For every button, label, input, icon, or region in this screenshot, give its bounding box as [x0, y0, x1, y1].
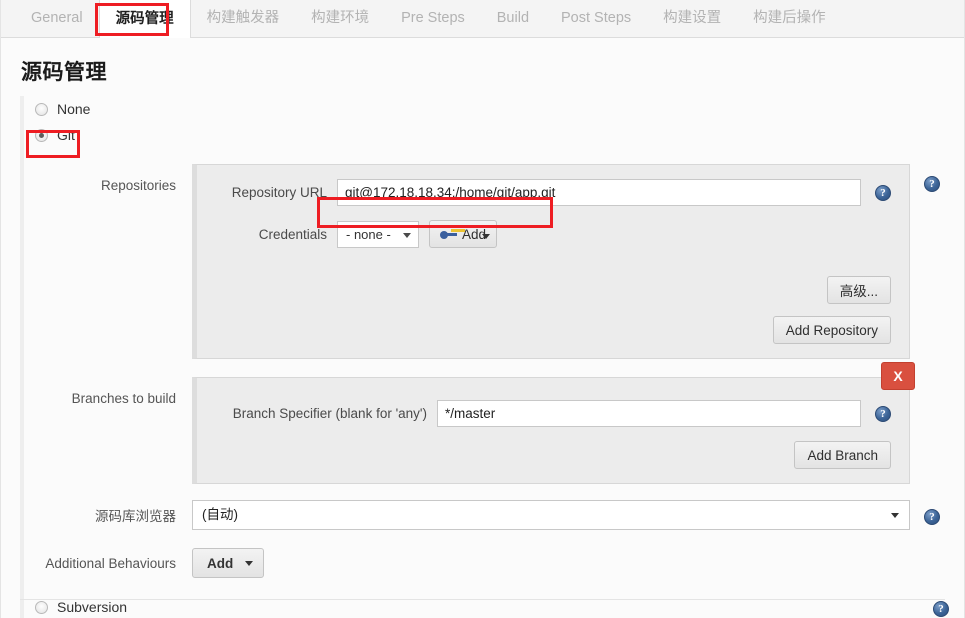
radio-git-icon[interactable]: [35, 128, 48, 142]
credentials-selected-value: - none -: [346, 226, 391, 242]
add-credentials-button[interactable]: Add: [429, 220, 498, 248]
tab-build-settings[interactable]: 构建设置: [647, 0, 737, 37]
help-icon-repository-url[interactable]: ?: [875, 184, 891, 201]
tab-build-environment[interactable]: 构建环境: [295, 0, 385, 37]
repository-url-label: Repository URL: [231, 185, 327, 200]
add-repository-button[interactable]: Add Repository: [772, 316, 891, 344]
scm-option-none-label: None: [57, 101, 91, 117]
repositories-row: Repositories Repository URL ? Credential…: [24, 164, 954, 359]
branch-specifier-input[interactable]: [437, 400, 861, 427]
tab-post-build-actions[interactable]: 构建后操作: [737, 0, 842, 37]
scm-option-subversion-label: Subversion: [57, 599, 128, 615]
scm-option-git[interactable]: Git: [24, 122, 954, 148]
add-branch-button[interactable]: Add Branch: [794, 441, 891, 469]
help-icon-branch-specifier[interactable]: ?: [875, 405, 891, 422]
help-icon-repositories-wrap: ?: [924, 174, 940, 192]
help-icon-subversion-wrap: ?: [933, 599, 949, 617]
scm-option-subversion[interactable]: Subversion ?: [24, 594, 954, 618]
help-icon-repository-browser-wrap: ?: [924, 507, 940, 525]
branch-specifier-row: Branch Specifier (blank for 'any') ?: [215, 400, 891, 427]
tab-build-triggers[interactable]: 构建触发器: [191, 0, 296, 37]
add-behaviour-label: Add: [207, 555, 234, 571]
advanced-button[interactable]: 高级...: [826, 276, 891, 304]
config-tab-bar: General 源码管理 构建触发器 构建环境 Pre Steps Build …: [1, 0, 964, 38]
page-title: 源码管理: [21, 61, 107, 84]
tab-build[interactable]: Build: [481, 0, 545, 37]
delete-branch-button[interactable]: X: [881, 362, 915, 390]
branches-label: Branches to build: [71, 391, 176, 406]
repository-browser-selected-value: (自动): [202, 507, 238, 522]
scm-selector-block: None Git Repositories Repository URL ? C…: [20, 96, 954, 618]
tab-pre-steps[interactable]: Pre Steps: [385, 0, 481, 37]
repository-browser-select[interactable]: (自动): [192, 500, 910, 530]
help-icon-repositories[interactable]: ?: [924, 176, 940, 192]
credentials-label: Credentials: [258, 226, 327, 242]
advanced-button-wrap: 高级...: [215, 276, 891, 304]
scm-option-git-label: Git: [57, 127, 75, 143]
add-behaviour-button[interactable]: Add: [192, 548, 265, 578]
branches-row: Branches to build X Branch Specifier (bl…: [24, 362, 954, 484]
radio-none-icon[interactable]: [35, 102, 48, 116]
key-icon: [440, 228, 457, 241]
help-icon-repository-browser[interactable]: ?: [924, 509, 940, 525]
help-icon-subversion[interactable]: ?: [933, 601, 949, 617]
chevron-down-icon-credentials: [403, 232, 411, 238]
additional-behaviours-row: Additional Behaviours Add: [24, 548, 954, 578]
tab-general[interactable]: General: [15, 0, 99, 37]
credentials-select[interactable]: - none -: [337, 220, 419, 248]
repository-browser-row: 源码库浏览器 (自动) ?: [24, 500, 954, 530]
credentials-row: Credentials - none - Add: [215, 220, 891, 248]
chevron-down-icon-add-credentials: [482, 234, 491, 239]
chevron-down-icon-add-behaviour: [245, 560, 254, 566]
repository-url-row: Repository URL ?: [215, 179, 891, 206]
tab-scm[interactable]: 源码管理: [98, 0, 191, 38]
repository-browser-label: 源码库浏览器: [95, 509, 176, 524]
scm-option-none[interactable]: None: [24, 96, 954, 122]
repositories-label: Repositories: [100, 178, 176, 193]
repositories-panel: Repository URL ? Credentials - none - Ad…: [192, 164, 910, 359]
branch-specifier-label: Branch Specifier (blank for 'any'): [232, 406, 427, 421]
repository-url-input[interactable]: [337, 179, 861, 206]
tab-post-steps[interactable]: Post Steps: [545, 0, 647, 37]
add-repository-button-wrap: Add Repository: [215, 316, 891, 344]
bottom-divider: [20, 599, 945, 600]
branches-panel: X Branch Specifier (blank for 'any') ? A…: [192, 362, 915, 484]
additional-behaviours-label: Additional Behaviours: [45, 555, 176, 571]
chevron-down-icon-repository-browser: [891, 513, 899, 518]
add-branch-button-wrap: Add Branch: [215, 441, 891, 469]
scm-config-page: General 源码管理 构建触发器 构建环境 Pre Steps Build …: [0, 0, 965, 618]
radio-subversion-icon[interactable]: [35, 600, 48, 614]
